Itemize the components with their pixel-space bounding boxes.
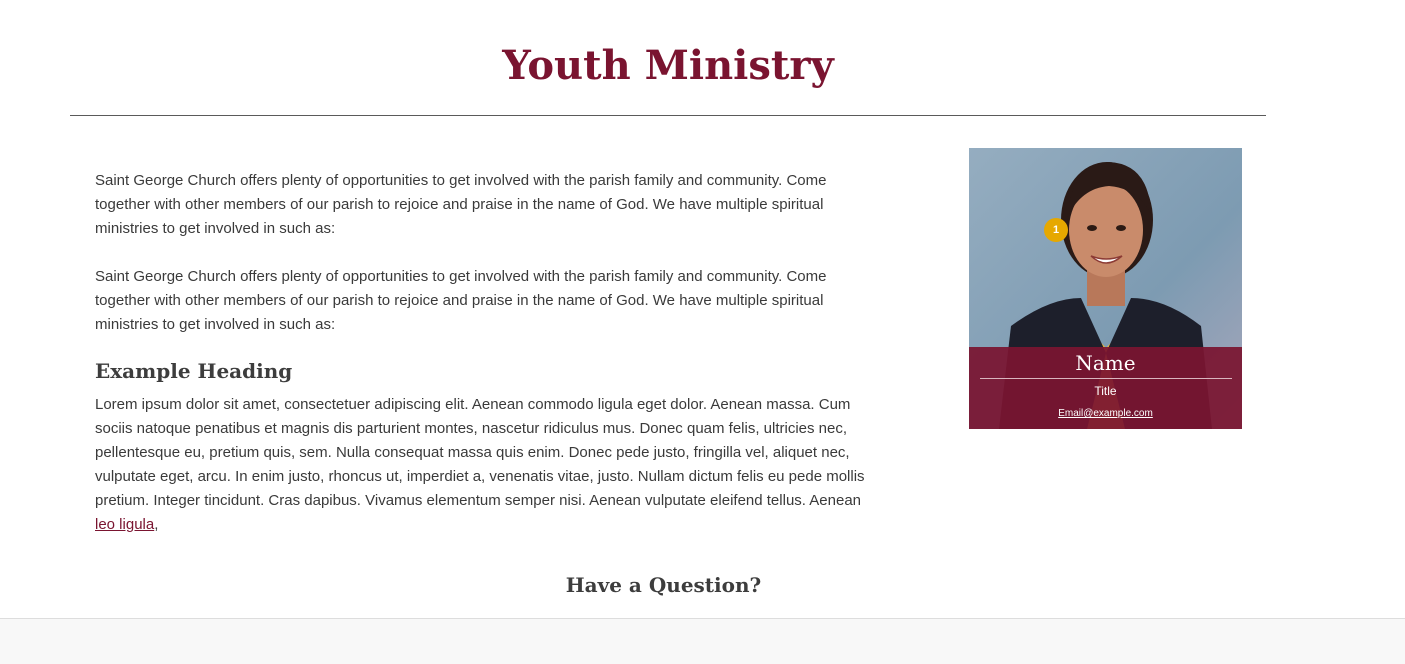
page-title: Youth Ministry <box>502 42 834 89</box>
question-heading: Have a Question? <box>565 573 762 597</box>
link-trailing-punctuation: , <box>154 516 159 533</box>
staff-email-link[interactable]: Email@example.com <box>1058 407 1153 421</box>
body-text: Lorem ipsum dolor sit amet, consectetuer… <box>95 396 865 509</box>
intro-paragraph: Saint George Church offers plenty of opp… <box>95 268 827 333</box>
intro-paragraph: Saint George Church offers plenty of opp… <box>95 172 827 237</box>
staff-name: Name <box>1075 351 1136 375</box>
title-divider <box>70 115 1266 116</box>
staff-caption: Name Title Email@example.com <box>969 347 1242 429</box>
body-paragraph: Lorem ipsum dolor sit amet, consectetuer… <box>95 393 885 537</box>
staff-card: 1 Name Title Email@example.com <box>969 148 1242 429</box>
inline-link[interactable]: leo ligula <box>95 516 154 533</box>
annotation-badge[interactable]: 1 <box>1044 218 1068 242</box>
footer-band <box>0 618 1405 664</box>
staff-title: Title <box>1094 384 1117 398</box>
section-heading: Example Heading <box>95 359 293 383</box>
main-content: Saint George Church offers plenty of opp… <box>95 169 885 537</box>
